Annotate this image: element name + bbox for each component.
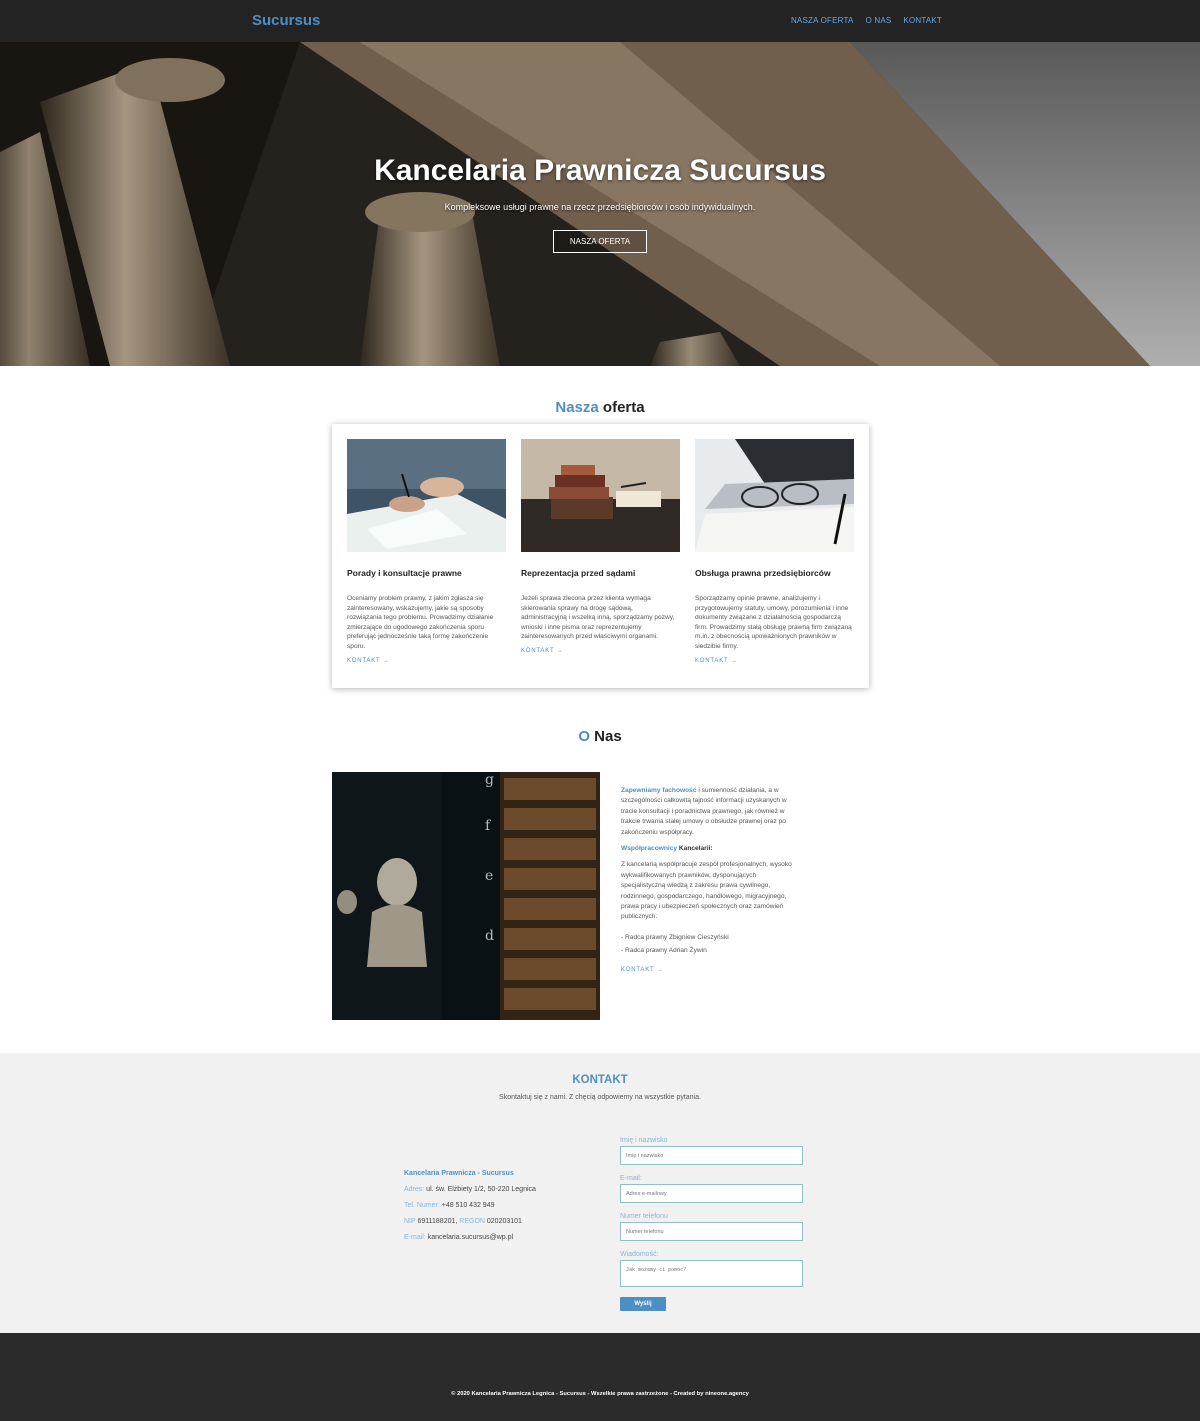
name-input[interactable]: Imię i nazwisko bbox=[620, 1146, 803, 1165]
contact-section: KONTAKT Skontaktuj się z nami. Z chęcią … bbox=[0, 1053, 1200, 1333]
about-people-list: - Radca prawny Zbigniew Cieszyński - Rad… bbox=[621, 933, 796, 957]
about-paragraph-2-text: Kancelarii: bbox=[677, 845, 713, 853]
hero-banner: Kancelaria Prawnicza Sucursus Kompleksow… bbox=[0, 42, 1200, 366]
about-highlight-2: Współpracownicy bbox=[621, 845, 678, 853]
email-label: E-mail: bbox=[404, 1234, 426, 1241]
about-person: - Radca prawny Adrian Żywin bbox=[621, 947, 707, 955]
nip-regon-line: NIP 6911188201, REGON 020203101 bbox=[404, 1218, 536, 1234]
name-label: Imię i nazwisko bbox=[620, 1137, 668, 1144]
offer-image-laptop bbox=[695, 439, 854, 552]
phone-value: +48 510 432 949 bbox=[439, 1202, 495, 1209]
company-name: Kancelaria Prawnicza - Sucursus bbox=[404, 1170, 514, 1177]
brand-logo[interactable]: Sucursus bbox=[252, 12, 320, 29]
email-field-label: E-mail: bbox=[620, 1175, 642, 1182]
offer-title-accent: Nasza bbox=[555, 399, 599, 416]
nip-value: 6911188201, bbox=[415, 1218, 460, 1225]
nav-links: NASZA OFERTA O NAS KONTAKT bbox=[791, 16, 942, 25]
message-textarea[interactable]: Jak możemy ci pomóc? bbox=[620, 1260, 803, 1287]
email-input[interactable]: Adres e-mailowy bbox=[620, 1184, 803, 1203]
offer-card: Porady i konsultacje prawne Oceniamy pro… bbox=[332, 424, 869, 688]
offer-description: Sporządzamy opinie prawne, analizujemy i… bbox=[695, 595, 852, 650]
phone-input[interactable]: Numer telefonu bbox=[620, 1222, 803, 1241]
phone-field-label: Numer telefonu bbox=[620, 1213, 668, 1220]
offer-contact-link[interactable]: KONTAKT → bbox=[521, 648, 680, 654]
phone-label: Tel. Numer: bbox=[404, 1202, 440, 1209]
offer-image-books bbox=[521, 439, 680, 552]
about-highlight-1: Zapewniamy fachowość bbox=[621, 787, 697, 794]
offer-contact-link[interactable]: KONTAKT → bbox=[695, 658, 854, 664]
offer-title: Reprezentacja przed sądami bbox=[521, 568, 636, 578]
address-label: Adres: bbox=[404, 1186, 425, 1193]
regon-value: 020203101 bbox=[484, 1218, 522, 1225]
offer-section-title: Nasza oferta bbox=[0, 399, 1200, 416]
email-line: E-mail: kancelaria.sucursus@wp.pl bbox=[404, 1234, 536, 1250]
about-library-image: gfed bbox=[332, 772, 600, 1020]
about-text: Zapewniamy fachowość i sumienność działa… bbox=[621, 786, 796, 975]
about-paragraph-2: Współpracownicy Kancelarii: bbox=[621, 844, 796, 854]
offer-description: Jeżeli sprawa zlecona przez klienta wyma… bbox=[521, 595, 675, 641]
email-value[interactable]: kancelaria.sucursus@wp.pl bbox=[426, 1234, 513, 1241]
contact-title: KONTAKT bbox=[572, 1074, 628, 1086]
nav-link-about[interactable]: O NAS bbox=[866, 16, 892, 25]
offer-item-business: Obsługa prawna przedsiębiorców Sporządza… bbox=[695, 439, 854, 664]
top-navbar: Sucursus NASZA OFERTA O NAS KONTAKT bbox=[0, 0, 1200, 42]
offer-title: Porady i konsultacje prawne bbox=[347, 568, 462, 578]
about-paragraph-1: Zapewniamy fachowość i sumienność działa… bbox=[621, 786, 796, 838]
phone-line: Tel. Numer: +48 510 432 949 bbox=[404, 1202, 536, 1218]
address-value: ul. św. Elżbiety 1/2, 50-220 Legnica bbox=[424, 1186, 536, 1193]
offer-item-representation: Reprezentacja przed sądami Jeżeli sprawa… bbox=[521, 439, 680, 654]
nip-label: NIP bbox=[404, 1218, 416, 1225]
offer-contact-link[interactable]: KONTAKT → bbox=[347, 658, 506, 664]
offer-title-rest: oferta bbox=[598, 399, 645, 416]
contact-form: Imię i nazwisko Imię i nazwisko E-mail: … bbox=[620, 1137, 803, 1311]
about-title-rest: Nas bbox=[589, 728, 622, 745]
send-button[interactable]: Wyślij bbox=[620, 1297, 666, 1311]
contact-lead: Skontaktuj się z nami. Z chęcią odpowiem… bbox=[499, 1094, 701, 1101]
about-section-title: O Nas bbox=[0, 728, 1200, 745]
about-paragraph-1-text: i sumienność działania, a w szczególnośc… bbox=[621, 787, 787, 836]
page-footer: © 2020 Kancelaria Prawnicza Legnica - Su… bbox=[0, 1333, 1200, 1421]
offer-description: Oceniamy problem prawny, z jakim zgłasza… bbox=[347, 595, 494, 650]
nav-link-contact[interactable]: KONTAKT bbox=[903, 16, 942, 25]
hero-title: Kancelaria Prawnicza Sucursus bbox=[374, 154, 826, 187]
regon-label: REGON bbox=[459, 1218, 485, 1225]
about-person: - Radca prawny Zbigniew Cieszyński bbox=[621, 933, 729, 941]
offer-image-signing bbox=[347, 439, 506, 552]
offer-title: Obsługa prawna przedsiębiorców bbox=[695, 568, 831, 578]
offer-item-consulting: Porady i konsultacje prawne Oceniamy pro… bbox=[347, 439, 506, 664]
about-paragraph-3: Z kancelarią współpracuje zespół profesj… bbox=[621, 861, 792, 921]
message-label: Wiadomość: bbox=[620, 1251, 659, 1258]
hero-offer-button[interactable]: NASZA OFERTA bbox=[553, 230, 647, 253]
about-title-accent: O bbox=[578, 728, 590, 745]
address-line: Adres: ul. św. Elżbiety 1/2, 50-220 Legn… bbox=[404, 1186, 536, 1202]
nav-link-offer[interactable]: NASZA OFERTA bbox=[791, 16, 854, 25]
footer-copyright: © 2020 Kancelaria Prawnicza Legnica - Su… bbox=[451, 1391, 749, 1397]
hero-subtitle: Kompleksowe usługi prawne na rzecz przed… bbox=[444, 202, 756, 212]
about-contact-link[interactable]: KONTAKT → bbox=[621, 965, 796, 975]
contact-info: Kancelaria Prawnicza - Sucursus Adres: u… bbox=[404, 1170, 536, 1250]
